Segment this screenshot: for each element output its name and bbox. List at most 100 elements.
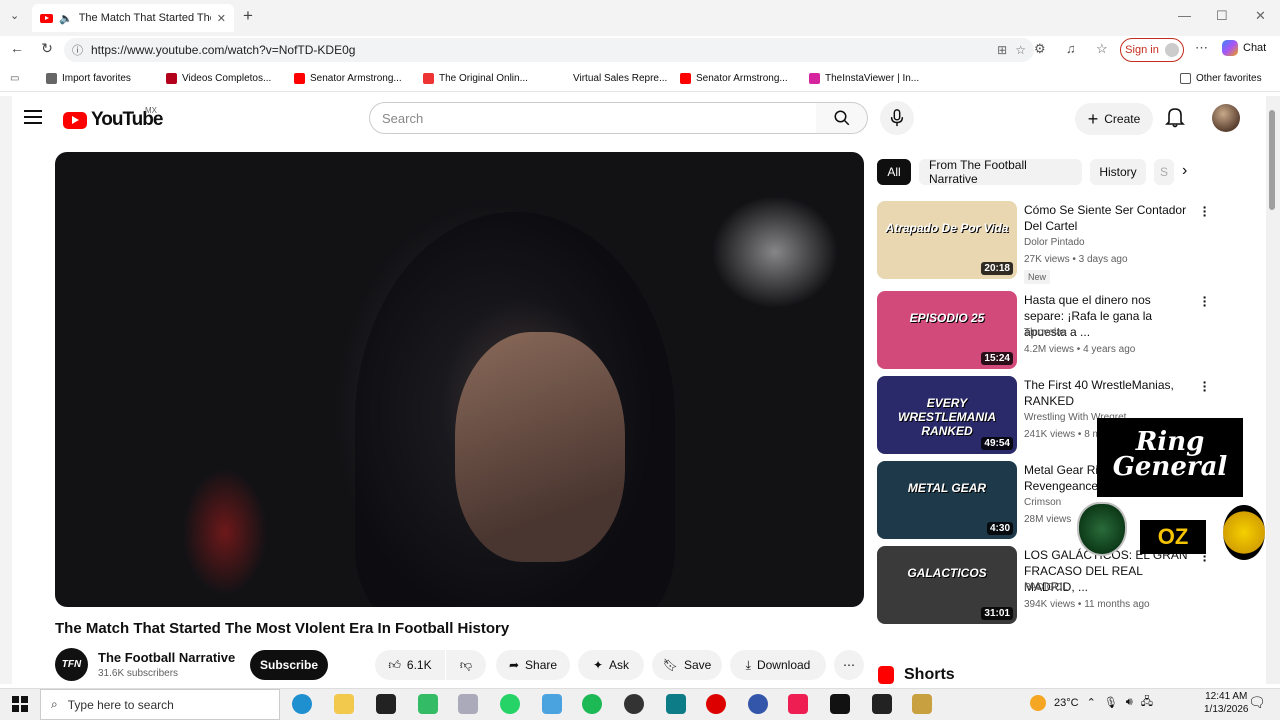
app-available-icon[interactable]: ⊞ [997,43,1007,57]
favorite-star-icon[interactable]: ☆ [1015,43,1026,57]
browser-essentials-icon[interactable]: ♫ [1066,41,1076,56]
recommendation-thumbnail[interactable]: EVERY WRESTLEMANIA RANKED 49:54 [877,376,1017,454]
app-icon-6[interactable] [748,694,768,714]
back-arrow-icon[interactable]: ← [6,40,28,56]
favorite-item[interactable]: Videos Completos... [166,73,271,84]
app-icon-5[interactable] [666,694,686,714]
recommendation-title[interactable]: The First 40 WrestleManias, RANKED [1024,377,1194,409]
more-dots-icon: ⋯ [843,658,855,672]
app-icon-2[interactable] [458,694,478,714]
app-icon-1[interactable] [418,694,438,714]
chip-history[interactable]: History [1090,159,1146,185]
favorite-item[interactable]: The Original Onlin... [423,73,528,84]
temperature[interactable]: 23°C [1054,697,1079,709]
recommendation-thumbnail[interactable]: Atrapado De Por Vida 20:18 [877,201,1017,279]
recommendation-menu-icon[interactable]: ··· [1200,375,1210,397]
favorite-item[interactable]: Senator Armstrong... [294,73,402,84]
favorite-item[interactable]: TheInstaViewer | In... [809,73,919,84]
taskbar-search-input[interactable]: ⌕ Type here to search [40,689,280,720]
page-scrollbar[interactable] [1266,96,1280,684]
like-button[interactable]: 👍︎ 6.1K [375,650,445,680]
youtube-logo[interactable]: YouTube MX [63,106,163,131]
voice-search-button[interactable] [880,101,914,135]
tiktok-icon[interactable] [788,694,808,714]
favorite-item[interactable]: Senator Armstrong... [680,73,788,84]
favorite-item[interactable]: Import favorites [46,73,131,84]
epic-games-icon[interactable] [376,694,396,714]
notifications-icon[interactable]: 🗨 [1248,694,1266,711]
guide-menu-icon[interactable] [24,110,42,126]
app-icon-4[interactable] [624,694,644,714]
record-icon[interactable] [706,694,726,714]
chip-from-channel[interactable]: From The Football Narrative [919,158,1082,186]
taskbar-clock[interactable]: 12:41 AM 1/13/2026 [1204,690,1249,716]
recommendation-thumbnail[interactable]: METAL GEAR 4:30 [877,461,1017,539]
share-button[interactable]: ➦ Share [496,650,570,680]
favorites-icon[interactable]: ☆ [1096,41,1108,57]
sign-in-button[interactable]: Sign in [1120,38,1184,62]
file-explorer-icon[interactable] [334,694,354,714]
app-icon-3[interactable] [542,694,562,714]
chip-all[interactable]: All [877,159,911,185]
search-button[interactable] [816,102,868,134]
refresh-icon[interactable]: ↻ [36,40,58,57]
dislike-button[interactable]: 👎︎ [446,650,486,680]
maximize-button[interactable]: ☐ [1216,8,1228,24]
ask-button[interactable]: ✦ Ask [578,650,644,680]
tab-close-icon[interactable]: ✕ [217,12,226,25]
favorite-label: Import favorites [62,73,131,84]
search-input[interactable]: Search [369,102,817,134]
favorite-item[interactable]: Virtual Sales Repre... [557,73,667,84]
subscribe-button[interactable]: Subscribe [250,650,328,680]
create-button[interactable]: + Create [1075,103,1153,135]
recommendation-thumbnail[interactable]: GALACTICOS 31:01 [877,546,1017,624]
account-avatar[interactable] [1212,104,1240,132]
new-tab-button[interactable]: + [243,6,253,26]
recommendation-menu-icon[interactable]: ··· [1200,290,1210,312]
thumbnail-caption: METAL GEAR [907,481,987,495]
notes-app-icon[interactable] [872,694,892,714]
whatsapp-icon[interactable] [500,694,520,714]
volume-icon[interactable]: 🔊︎ [1126,696,1133,709]
recommendation-channel[interactable]: Tlnovelas [1024,327,1067,338]
site-info-icon[interactable]: ⓘ [72,42,83,58]
speaker-icon[interactable]: 🔈 [59,12,73,25]
copilot-chat-button[interactable]: Chat [1222,40,1266,56]
channel-avatar[interactable]: TFN [55,648,88,681]
scrollbar-thumb[interactable] [1269,110,1275,210]
channel-name[interactable]: The Football Narrative [98,650,235,665]
url-text[interactable]: https://www.youtube.com/watch?v=NofTD-KD… [91,43,989,57]
recommendation-menu-icon[interactable]: ··· [1200,200,1210,222]
edge-taskbar-icon[interactable] [292,694,312,714]
network-icon[interactable]: 🖧 [1141,693,1153,712]
recommendation-thumbnail[interactable]: EPISODIO 25 15:24 [877,291,1017,369]
weather-icon[interactable] [1030,694,1046,711]
tab-actions-chevron-icon[interactable]: ⌄ [10,9,19,22]
recommendation-channel[interactable]: Crimson [1024,497,1061,508]
other-favorites[interactable]: Other favorites [1180,73,1262,84]
app-icon-7[interactable] [912,694,932,714]
microphone-tray-icon[interactable]: 🎙︎ [1104,696,1118,709]
spotify-icon[interactable] [582,694,602,714]
video-player[interactable] [55,152,864,607]
recommendation-title[interactable]: Cómo Se Siente Ser Contador Del Cartel [1024,202,1194,234]
chips-next-chevron-icon[interactable]: › [1182,162,1187,180]
show-hidden-icons-chevron-icon[interactable]: ⌃ [1087,696,1096,709]
close-window-button[interactable]: ✕ [1255,8,1266,24]
download-button[interactable]: ⤓ Download [730,650,826,680]
more-menu-icon[interactable]: ⋯ [1195,40,1208,56]
more-actions-button[interactable]: ⋯ [834,650,864,680]
chip-partial[interactable]: S [1154,159,1174,185]
audio-app-icon[interactable] [830,694,850,714]
notifications-bell-icon[interactable] [1165,106,1185,133]
minimize-button[interactable]: — [1178,8,1191,23]
save-button[interactable]: 🔖︎ Save [652,650,722,680]
sparkle-icon: ✦ [592,658,604,672]
collections-icon[interactable]: ▭ [10,73,19,84]
recommendation-channel[interactable]: PADIGOL [1024,582,1068,593]
recommendation-channel[interactable]: Dolor Pintado [1024,237,1085,248]
extensions-icon[interactable]: ⚙ [1034,41,1046,57]
browser-tab-active[interactable]: 🔈 The Match That Started The M ✕ [32,4,234,32]
windows-start-icon[interactable] [12,696,28,712]
address-bar[interactable]: ⓘ https://www.youtube.com/watch?v=NofTD-… [64,38,1034,62]
